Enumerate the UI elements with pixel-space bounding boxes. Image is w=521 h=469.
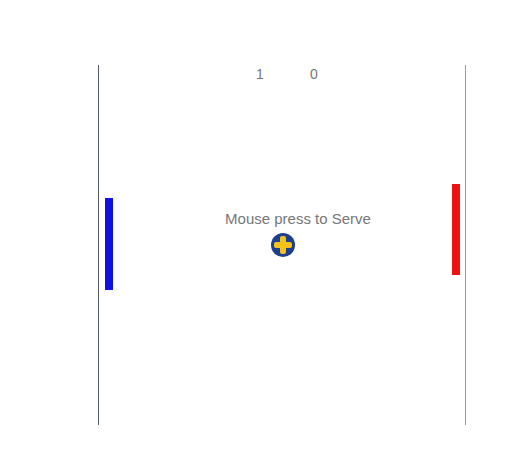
score: 1 <box>256 66 264 82</box>
court[interactable]: 1 0 Mouse press to Serve <box>98 65 466 425</box>
score: 0 <box>310 66 318 82</box>
pong-game: 1 0 Mouse press to Serve <box>0 0 521 469</box>
paddle <box>452 184 460 275</box>
ball-icon <box>270 232 296 258</box>
paddle <box>105 198 113 290</box>
serve-message: Mouse press to Serve <box>225 210 371 227</box>
